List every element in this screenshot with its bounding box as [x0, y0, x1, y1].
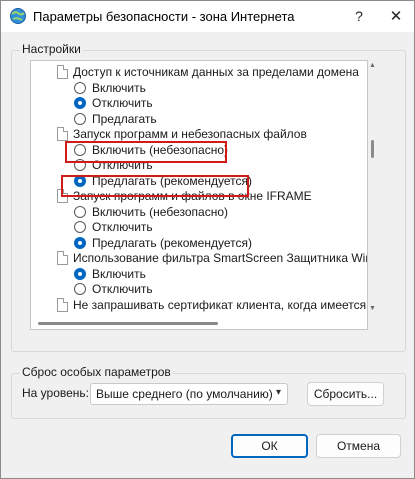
radio-checked-icon[interactable]: [74, 236, 86, 249]
ok-button[interactable]: ОК: [231, 434, 308, 458]
internet-globe-icon: [10, 8, 26, 24]
document-icon: [57, 251, 68, 265]
radio-unchecked-icon[interactable]: [74, 221, 86, 233]
radio-unchecked-icon[interactable]: [74, 143, 86, 156]
security-settings-dialog: Параметры безопасности - зона Интернета …: [0, 0, 415, 479]
document-icon: [57, 65, 68, 79]
radio-unchecked-icon[interactable]: [74, 159, 86, 171]
vertical-scrollbar[interactable]: ▲ ▼: [368, 60, 378, 315]
level-select-value: Выше среднего (по умолчанию): [96, 387, 273, 401]
setting-group-label: Не запрашивать сертификат клиента, когда…: [73, 297, 367, 312]
scroll-down-icon[interactable]: ▼: [369, 305, 376, 313]
level-label: На уровень:: [22, 386, 90, 400]
horizontal-scroll-thumb[interactable]: [38, 322, 218, 325]
vertical-scroll-thumb[interactable]: [371, 140, 374, 158]
horizontal-scrollbar[interactable]: [30, 318, 366, 328]
radio-unchecked-icon[interactable]: [74, 205, 86, 218]
settings-tree[interactable]: Доступ к источникам данных за пределами …: [30, 60, 368, 330]
settings-legend: Настройки: [20, 42, 83, 56]
document-icon: [57, 297, 68, 312]
document-icon: [57, 189, 68, 203]
radio-unchecked-icon[interactable]: [74, 112, 86, 125]
level-select[interactable]: Выше среднего (по умолчанию) ▾: [90, 383, 288, 405]
radio-checked-icon[interactable]: [74, 174, 86, 187]
chevron-down-icon: ▾: [275, 387, 281, 398]
radio-checked-icon[interactable]: [74, 267, 86, 280]
radio-checked-icon[interactable]: [74, 97, 86, 109]
scroll-up-icon[interactable]: ▲: [369, 62, 376, 70]
reset-button[interactable]: Сбросить...: [307, 382, 384, 406]
title-bar: Параметры безопасности - зона Интернета …: [1, 1, 414, 32]
radio-unchecked-icon[interactable]: [74, 283, 86, 295]
close-button[interactable]: ✕: [378, 1, 414, 32]
window-title: Параметры безопасности - зона Интернета: [33, 9, 295, 24]
cancel-button[interactable]: Отмена: [316, 434, 401, 458]
radio-unchecked-icon[interactable]: [74, 81, 86, 94]
reset-legend: Сброс особых параметров: [20, 365, 173, 379]
document-icon: [57, 127, 68, 141]
help-button[interactable]: ?: [341, 1, 377, 32]
